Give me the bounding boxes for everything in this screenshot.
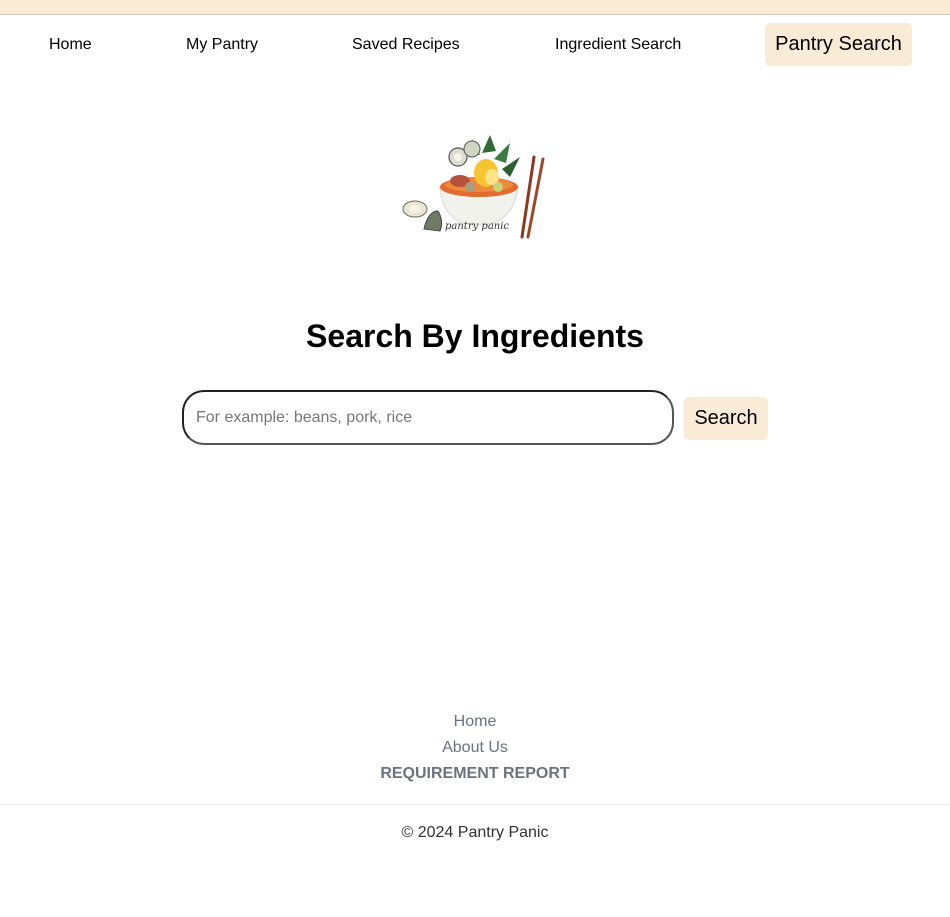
nav-ingredient-search-link[interactable]: Ingredient Search <box>555 36 681 54</box>
pantry-panic-logo: pantry panic <box>402 135 545 239</box>
nav-pantry-search-button[interactable]: Pantry Search <box>765 23 912 66</box>
nav-my-pantry-link[interactable]: My Pantry <box>186 36 258 54</box>
nav-saved-recipes-link[interactable]: Saved Recipes <box>352 36 460 54</box>
ingredient-search-input[interactable] <box>182 390 674 445</box>
footer-divider <box>0 804 950 805</box>
footer-about-us-link[interactable]: About Us <box>0 739 950 765</box>
main-nav: Home My Pantry Saved Recipes Ingredient … <box>0 16 950 74</box>
logo-text: pantry panic <box>445 221 509 232</box>
page-title: Search By Ingredients <box>306 318 644 354</box>
footer-requirement-report-link[interactable]: REQUIREMENT REPORT <box>0 765 950 791</box>
search-button[interactable]: Search <box>684 397 768 440</box>
copyright-text: © 2024 Pantry Panic <box>401 824 549 841</box>
nav-home-link[interactable]: Home <box>49 36 92 54</box>
footer-home-link[interactable]: Home <box>0 713 950 739</box>
footer-links: Home About Us REQUIREMENT REPORT <box>0 713 950 791</box>
top-accent-bar <box>0 0 950 15</box>
